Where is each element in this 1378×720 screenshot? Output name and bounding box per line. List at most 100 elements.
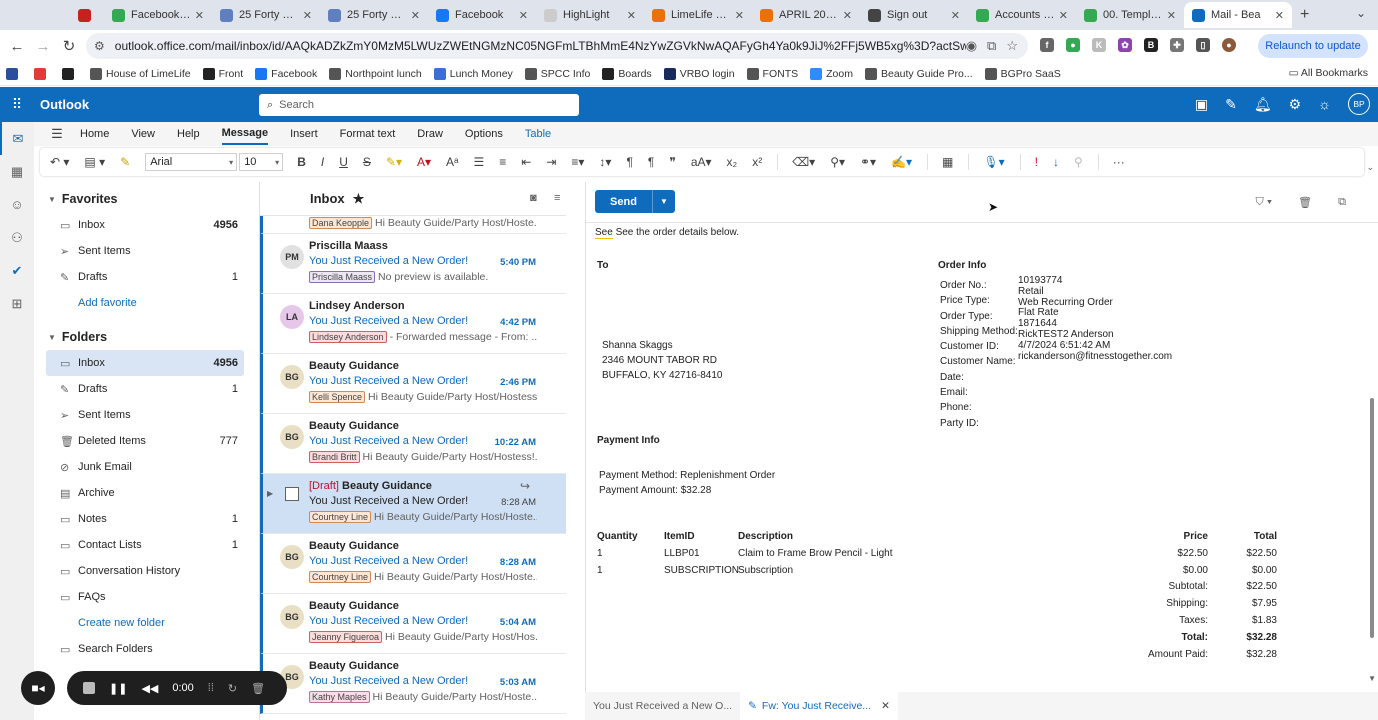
email-body[interactable]: See See the order details below. To Orde…: [586, 224, 1366, 686]
browser-tab[interactable]: Mail - Bea ✕: [1184, 2, 1292, 28]
todo-check-icon[interactable]: ✔: [0, 254, 34, 287]
bookmark-item[interactable]: VRBO login: [663, 67, 735, 80]
select-mode-icon[interactable]: ◙: [530, 192, 537, 204]
list-item[interactable]: BG Beauty Guidance You Just Received a New…: [260, 654, 566, 714]
pause-icon[interactable]: ❚❚: [109, 682, 127, 695]
styles-icon[interactable]: Aᵃ: [446, 155, 458, 169]
numbering-icon[interactable]: ≡: [499, 155, 506, 169]
tab-close-icon[interactable]: ✕: [735, 9, 744, 22]
mail-icon[interactable]: ✉: [0, 122, 34, 155]
install-app-icon[interactable]: ⧉: [987, 38, 996, 54]
chevron-right-icon[interactable]: ▶: [267, 489, 273, 498]
bookmark-item[interactable]: FONTS: [746, 67, 798, 80]
calendar-icon[interactable]: ▦: [0, 155, 34, 188]
trash-icon[interactable]: 🗑︎: [251, 682, 265, 695]
select-checkbox[interactable]: [285, 487, 299, 501]
search-box[interactable]: ⌕ Search: [259, 94, 579, 116]
tab-view[interactable]: View: [131, 124, 155, 144]
quote-icon[interactable]: ❞: [669, 155, 675, 169]
draft-tab[interactable]: ✎ Fw: You Just Receive... ✕: [740, 692, 898, 720]
groups-icon[interactable]: ⚇: [0, 221, 34, 254]
bookmark-item[interactable]: BGPro SaaS: [984, 67, 1061, 80]
font-name-select[interactable]: Arial ▾: [145, 153, 238, 171]
back-icon[interactable]: ←: [4, 38, 30, 55]
tab-search-chevron-icon[interactable]: ⌄: [1356, 6, 1366, 20]
close-icon[interactable]: ✕: [881, 700, 890, 712]
camera-icon[interactable]: ■◂: [21, 671, 55, 705]
folders-header[interactable]: ▼ Folders: [34, 324, 256, 350]
folder-search-folders[interactable]: ▭ Search Folders: [34, 636, 256, 662]
ribbon-collapse-icon[interactable]: ⌄: [1366, 162, 1374, 173]
paste-icon[interactable]: ▤ ▾: [84, 155, 105, 169]
folder-notes[interactable]: ▭ Notes 1: [34, 506, 256, 532]
tab-close-icon[interactable]: ✕: [195, 9, 204, 22]
font-size-select[interactable]: 10 ▾: [239, 153, 284, 171]
more-apps-icon[interactable]: ⊞: [0, 287, 34, 320]
importance-high-icon[interactable]: !: [1035, 155, 1038, 169]
star-icon[interactable]: ★: [353, 191, 365, 207]
tab-close-icon[interactable]: ✕: [303, 9, 312, 22]
favorite-drafts[interactable]: ✎ Drafts 1: [34, 264, 256, 290]
search-input[interactable]: Search: [279, 99, 314, 111]
gear-icon[interactable]: ⚙: [1289, 96, 1302, 113]
site-info-icon[interactable]: ⚙: [94, 39, 105, 53]
browser-tab[interactable]: Sign out ✕: [860, 2, 968, 28]
bookmark-item[interactable]: Lunch Money: [433, 67, 513, 80]
bookmark-star-icon[interactable]: ☆: [1006, 38, 1018, 54]
tab-close-icon[interactable]: ✕: [411, 9, 420, 22]
side-panel-icon[interactable]: ▯: [1196, 38, 1210, 52]
dictate-icon[interactable]: 🎙︎▾: [983, 155, 1004, 169]
increase-indent-icon[interactable]: ⇥: [546, 155, 556, 169]
extension-icon[interactable]: ✿: [1118, 38, 1132, 52]
bookmark-item[interactable]: [6, 67, 22, 80]
filter-icon[interactable]: ≡: [554, 192, 560, 204]
browser-tab[interactable]: Accounts - A ✕: [968, 2, 1076, 28]
bookmark-item[interactable]: Boards: [602, 67, 652, 80]
browser-tab[interactable]: 00. Template ✕: [1076, 2, 1184, 28]
superscript-icon[interactable]: x²: [752, 155, 762, 169]
address-url[interactable]: outlook.office.com/mail/inbox/id/AAQkADZ…: [115, 39, 966, 53]
folder-faqs[interactable]: ▭ FAQs: [34, 584, 256, 610]
teams-icon[interactable]: ▣: [1195, 96, 1208, 113]
sensitivity-shield-icon[interactable]: ⛉ ▾: [1255, 196, 1272, 209]
more-options-icon[interactable]: ···: [1113, 155, 1125, 169]
favorite-inbox[interactable]: ▭ Inbox 4956: [34, 212, 256, 238]
extension-icon[interactable]: f: [1040, 38, 1054, 52]
list-item[interactable]: BG Beauty Guidance You Just Received a New…: [260, 354, 566, 414]
people-icon[interactable]: ☺: [0, 188, 34, 221]
extension-icon[interactable]: B: [1144, 38, 1158, 52]
address-bar[interactable]: ⚙ outlook.office.com/mail/inbox/id/AAQkA…: [86, 33, 1028, 59]
underline-icon[interactable]: U: [339, 155, 348, 169]
tab-close-icon[interactable]: ✕: [843, 9, 852, 22]
folder-inbox[interactable]: ▭ Inbox 4956: [46, 350, 244, 376]
bookmark-item[interactable]: SPCC Info: [524, 67, 590, 80]
clear-format-icon[interactable]: ⌫▾: [792, 155, 815, 169]
list-item[interactable]: BG Beauty Guidance You Just Received a New…: [260, 594, 566, 654]
format-painter-icon[interactable]: ✎: [120, 155, 130, 169]
bookmark-item[interactable]: Facebook: [255, 67, 317, 80]
lightbulb-icon[interactable]: ☼: [1318, 96, 1331, 112]
draft-list-item[interactable]: ▶ [Draft] Beauty Guidance ↪ You Just Receiv…: [260, 474, 566, 534]
add-favorite-link[interactable]: Add favorite: [34, 290, 256, 316]
forward-icon[interactable]: →: [30, 38, 56, 55]
link-icon[interactable]: ⚭▾: [860, 155, 876, 169]
browser-tab[interactable]: 25 Forty Co. ✕: [212, 2, 320, 28]
browser-tab[interactable]: [70, 2, 104, 28]
tab-close-icon[interactable]: ✕: [627, 9, 636, 22]
sensitivity-icon[interactable]: ⚲: [1074, 155, 1083, 169]
tab-close-icon[interactable]: ✕: [951, 9, 960, 22]
tab-format-text[interactable]: Format text: [340, 124, 396, 144]
compose-scrollbar[interactable]: [1370, 398, 1374, 638]
font-color-icon[interactable]: A▾: [417, 155, 431, 169]
browser-tab[interactable]: HighLight ✕: [536, 2, 644, 28]
tab-close-icon[interactable]: ✕: [1167, 9, 1176, 22]
discard-trash-icon[interactable]: 🗑︎: [1298, 196, 1312, 209]
tab-insert[interactable]: Insert: [290, 124, 318, 144]
list-item[interactable]: PM Priscilla Maass You Just Received a New…: [260, 234, 566, 294]
bookmark-item[interactable]: House of LimeLife: [90, 67, 191, 80]
extension-icon[interactable]: K: [1092, 38, 1106, 52]
italic-icon[interactable]: I: [321, 155, 324, 169]
browser-tab[interactable]: LimeLife Reso ✕: [644, 2, 752, 28]
align-icon[interactable]: ≡▾: [571, 155, 584, 169]
tab-home[interactable]: Home: [80, 124, 109, 144]
